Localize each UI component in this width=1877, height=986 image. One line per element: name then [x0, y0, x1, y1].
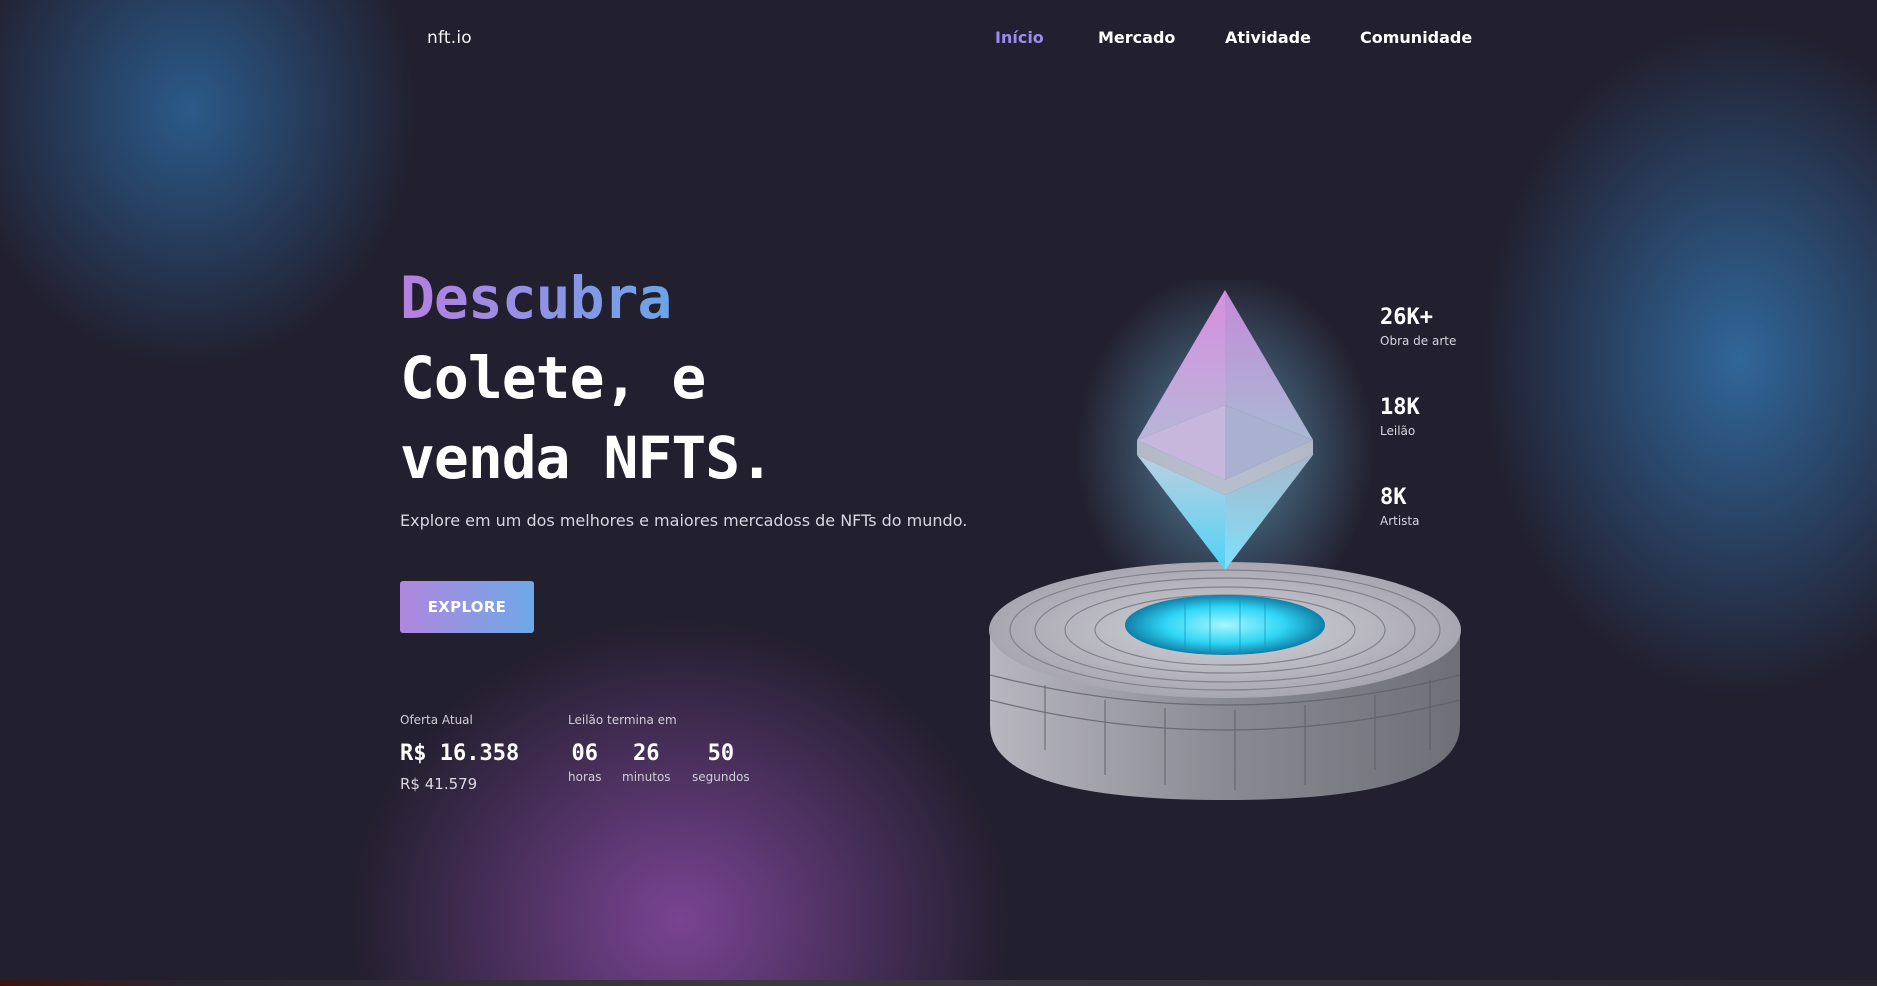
countdown-minutes: 26 minutos	[622, 741, 671, 784]
page: nft.io Início Mercado Atividade Comunida…	[0, 0, 1877, 986]
countdown-seconds: 50 segundos	[692, 741, 750, 784]
countdown-seconds-label: segundos	[692, 770, 750, 784]
hero-title: Descubra Colete, e venda NFTS.	[400, 258, 774, 498]
auction-ends-label: Leilão termina em	[568, 713, 677, 727]
stat-auctions: 18K Leilão	[1380, 395, 1420, 438]
countdown-hours-value: 06	[571, 741, 599, 766]
hero-subtitle: Explore em um dos melhores e maiores mer…	[400, 511, 968, 530]
nav-item-comunidade[interactable]: Comunidade	[1360, 28, 1472, 47]
countdown-seconds-value: 50	[707, 741, 735, 766]
current-bid-secondary: R$ 41.579	[400, 775, 478, 793]
nav-item-atividade[interactable]: Atividade	[1225, 28, 1311, 47]
stat-artists-value: 8K	[1380, 485, 1407, 510]
hero-title-line-2: Colete, e	[400, 344, 706, 412]
nav-item-inicio[interactable]: Início	[995, 28, 1044, 47]
ethereum-crystal-pedestal-icon	[985, 270, 1475, 810]
stat-artworks-label: Obra de arte	[1380, 334, 1457, 348]
stat-auctions-value: 18K	[1380, 395, 1420, 420]
stat-artists: 8K Artista	[1380, 485, 1420, 528]
stat-artworks-value: 26K+	[1380, 305, 1433, 330]
explore-button[interactable]: EXPLORE	[400, 581, 534, 633]
countdown-hours-label: horas	[568, 770, 602, 784]
countdown-minutes-value: 26	[633, 741, 660, 766]
countdown-minutes-label: minutos	[622, 770, 671, 784]
stat-auctions-label: Leilão	[1380, 424, 1416, 438]
current-bid-value: R$ 16.358	[400, 741, 520, 766]
countdown-hours: 06 horas	[568, 741, 602, 784]
hero-title-line-3: venda NFTS.	[400, 424, 774, 492]
stat-artists-label: Artista	[1380, 514, 1420, 528]
stat-artworks: 26K+ Obra de arte	[1380, 305, 1456, 348]
bottom-strip	[0, 980, 1877, 986]
hero-title-line-1: Descubra	[400, 258, 773, 338]
nav-item-mercado[interactable]: Mercado	[1098, 28, 1175, 47]
current-bid-label: Oferta Atual	[400, 713, 473, 727]
site-logo[interactable]: nft.io	[427, 28, 472, 48]
